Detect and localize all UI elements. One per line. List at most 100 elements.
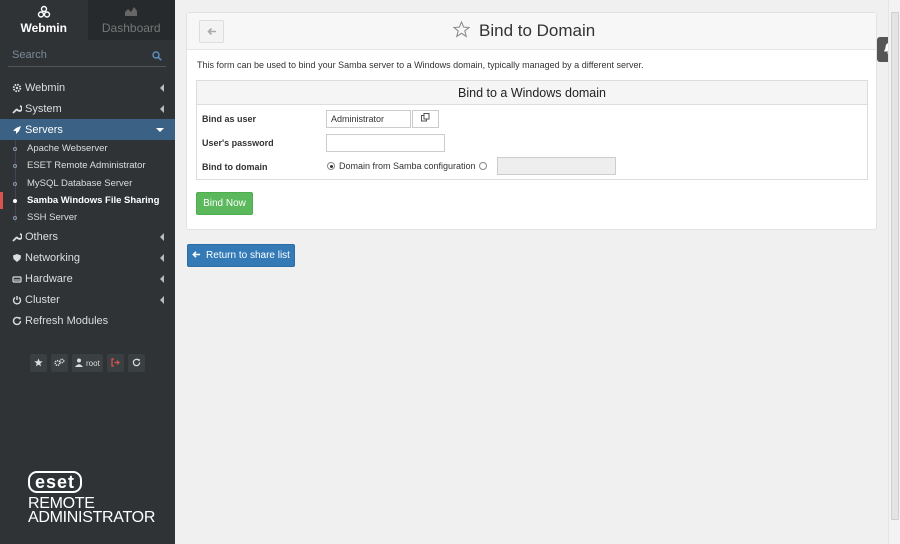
tab-webmin[interactable]: Webmin [0, 0, 88, 40]
sidebar-item-label: Servers [25, 123, 63, 136]
intro-text: This form can be used to bind your Samba… [197, 60, 644, 70]
sidebar: Webmin Dashboard Webmin System Servers [0, 0, 175, 544]
custom-domain-input[interactable] [497, 157, 616, 175]
arrow-left-icon [206, 25, 217, 39]
caret-left-icon [160, 296, 164, 305]
star-icon[interactable] [452, 20, 471, 41]
bullet-icon [13, 216, 17, 221]
wrench-icon [10, 104, 24, 114]
sidebar-tabs: Webmin Dashboard [0, 0, 175, 40]
page-title-wrap: Bind to Domain [452, 20, 596, 41]
caret-left-icon [160, 275, 164, 284]
caret-left-icon [160, 254, 164, 263]
submenu-item-mysql[interactable]: MySQL Database Server [0, 175, 175, 192]
webmin-logo-icon [0, 5, 88, 19]
bullet-icon [13, 164, 17, 169]
submenu-item-eset[interactable]: ESET Remote Administrator [0, 157, 175, 174]
refresh-icon [132, 358, 141, 369]
submenu-item-label: Apache Webserver [27, 143, 108, 155]
rocket-icon [10, 125, 24, 135]
sidebar-item-others[interactable]: Others [0, 226, 175, 247]
return-to-share-list-button[interactable]: Return to share list [187, 244, 295, 267]
password-input[interactable] [326, 134, 445, 152]
submenu-item-apache[interactable]: Apache Webserver [0, 140, 175, 157]
sidebar-item-system[interactable]: System [0, 98, 175, 119]
domain-label: Bind to domain [202, 162, 268, 172]
sidebar-item-label: Networking [25, 251, 81, 264]
logout-button[interactable] [106, 354, 124, 372]
bind-user-label: Bind as user [202, 114, 257, 124]
bind-now-button[interactable]: Bind Now [196, 192, 253, 215]
user-icon [75, 358, 83, 369]
username: root [86, 358, 100, 368]
refresh-icon [10, 316, 24, 326]
panel-header: Bind to Domain [187, 13, 876, 50]
sidebar-item-label: Webmin [25, 81, 66, 94]
submenu-item-samba[interactable]: Samba Windows File Sharing [0, 191, 175, 210]
back-button[interactable] [199, 20, 224, 43]
cogs-icon [54, 358, 65, 369]
submenu-item-ssh[interactable]: SSH Server [0, 209, 175, 226]
bullet-icon [13, 147, 17, 151]
sidebar-toolbar: root [30, 354, 145, 372]
submenu-item-label: MySQL Database Server [27, 177, 133, 189]
sidebar-menu: Webmin System Servers Apache Webserver E… [0, 77, 175, 331]
caret-left-icon [160, 233, 164, 242]
sidebar-item-label: Hardware [25, 272, 73, 285]
wrench-icon [10, 232, 24, 242]
bind-user-input[interactable]: Administrator [326, 110, 411, 128]
refresh-button[interactable] [127, 354, 145, 372]
password-label: User's password [202, 138, 274, 148]
power-icon [10, 295, 24, 305]
caret-left-icon [160, 105, 164, 113]
sidebar-item-label: Refresh Modules [25, 314, 109, 327]
sidebar-item-networking[interactable]: Networking [0, 247, 175, 268]
bullet-icon [13, 181, 17, 186]
logout-icon [111, 357, 120, 369]
form-title: Bind to a Windows domain [197, 81, 867, 105]
sidebar-item-label: Cluster [25, 293, 60, 306]
sidebar-item-servers[interactable]: Servers [0, 119, 175, 140]
tab-dashboard[interactable]: Dashboard [87, 0, 176, 40]
bind-form: Bind to a Windows domain Bind as user Ad… [196, 80, 868, 180]
sidebar-item-hardware[interactable]: Hardware [0, 268, 175, 289]
submenu-item-label: ESET Remote Administrator [27, 160, 146, 172]
copy-icon [421, 111, 430, 127]
user-button[interactable]: root [72, 354, 103, 372]
hdd-icon [10, 274, 24, 284]
scrollbar-thumb[interactable] [891, 12, 899, 520]
page-title: Bind to Domain [479, 21, 596, 40]
scrollbar[interactable] [888, 0, 900, 544]
search-input[interactable] [8, 45, 148, 65]
shield-icon [10, 253, 24, 263]
radio-samba-domain[interactable] [327, 162, 335, 170]
domain-samba-label: Domain from Samba configuration [339, 161, 476, 171]
sidebar-item-label: System [25, 102, 62, 115]
caret-left-icon [160, 84, 164, 92]
sidebar-item-cluster[interactable]: Cluster [0, 289, 175, 310]
caret-down-icon [156, 128, 164, 132]
submenu-item-label: SSH Server [27, 212, 78, 224]
eset-logo: eset REMOTE ADMINISTRATOR [28, 471, 156, 526]
return-button-label: Return to share list [206, 250, 290, 261]
gear-icon [10, 83, 24, 93]
servers-submenu: Apache Webserver ESET Remote Administrat… [0, 140, 175, 226]
arrow-left-icon [192, 250, 201, 262]
chart-icon [88, 5, 176, 19]
radio-custom-domain[interactable] [479, 162, 487, 170]
submenu-item-label: Samba Windows File Sharing [27, 195, 160, 207]
main-panel: Bind to Domain This form can be used to … [186, 12, 877, 230]
search-icon[interactable] [152, 50, 162, 64]
sidebar-search [8, 45, 166, 67]
favorites-button[interactable] [30, 354, 47, 372]
user-chooser-button[interactable] [412, 110, 439, 128]
bullet-icon [13, 198, 17, 203]
tab-dashboard-label: Dashboard [101, 21, 161, 35]
tab-webmin-label: Webmin [20, 21, 67, 35]
eset-logo-line2: ADMINISTRATOR [28, 509, 156, 526]
sidebar-item-refresh-modules[interactable]: Refresh Modules [0, 310, 175, 331]
domain-samba-option[interactable]: Domain from Samba configuration [327, 161, 476, 171]
sidebar-item-label: Others [25, 230, 59, 243]
sidebar-item-webmin[interactable]: Webmin [0, 77, 175, 98]
settings-button[interactable] [51, 354, 68, 372]
